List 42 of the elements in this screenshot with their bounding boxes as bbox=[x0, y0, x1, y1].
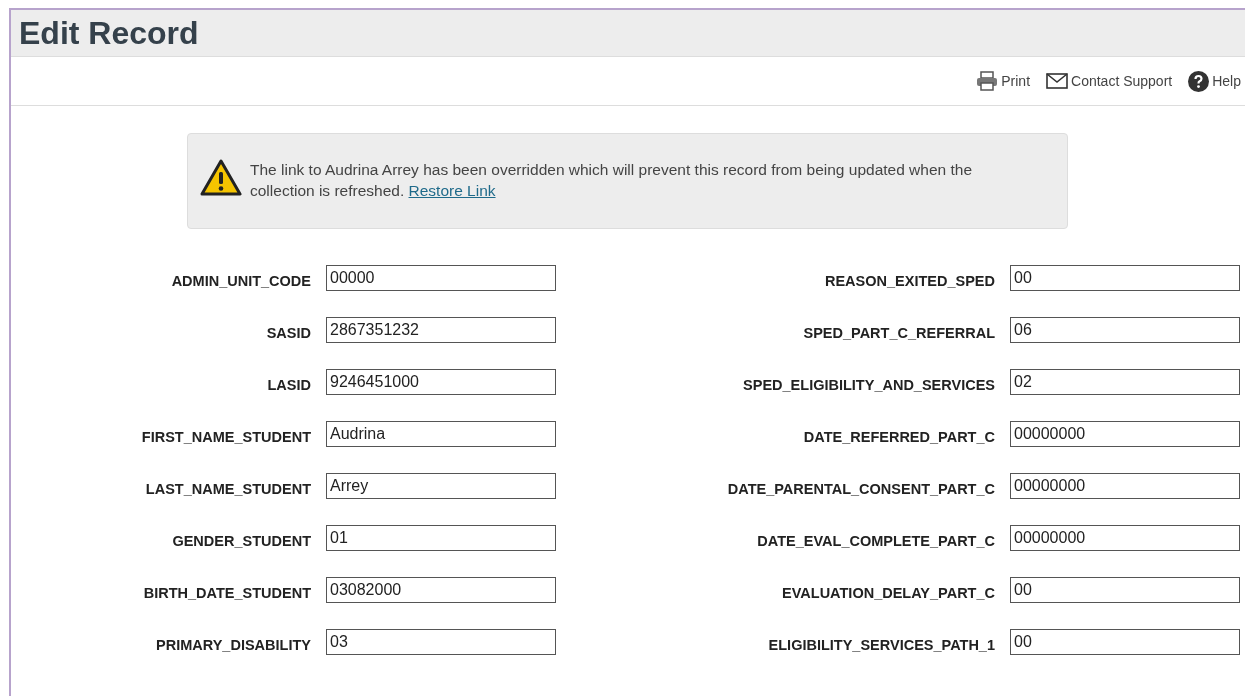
contact-support-link[interactable]: Contact Support bbox=[1046, 73, 1173, 89]
field-label: SASID bbox=[265, 324, 311, 341]
input-field[interactable]: 00000000 bbox=[1010, 525, 1240, 551]
field-label: LAST_NAME_STUDENT bbox=[144, 480, 311, 497]
input-field[interactable]: 00000000 bbox=[1010, 421, 1240, 447]
input-field[interactable]: Arrey bbox=[326, 473, 556, 499]
help-link[interactable]: Help bbox=[1188, 70, 1241, 92]
field-label: ELIGIBILITY_SERVICES_PATH_1 bbox=[767, 636, 995, 653]
input-field[interactable]: 03082000 bbox=[326, 577, 556, 603]
input-field[interactable]: 00 bbox=[1010, 577, 1240, 603]
warning-icon bbox=[200, 159, 242, 197]
input-field[interactable]: 00 bbox=[1010, 265, 1240, 291]
printer-icon bbox=[976, 71, 999, 91]
field-label: SPED_ELIGIBILITY_AND_SERVICES bbox=[742, 376, 995, 393]
input-field[interactable]: 06 bbox=[1010, 317, 1240, 343]
input-field[interactable]: 02 bbox=[1010, 369, 1240, 395]
envelope-icon bbox=[1046, 73, 1069, 89]
field-label: DATE_REFERRED_PART_C bbox=[802, 428, 995, 445]
field-label: GENDER_STUDENT bbox=[171, 532, 311, 549]
field-label: ADMIN_UNIT_CODE bbox=[170, 272, 311, 289]
input-field[interactable]: 01 bbox=[326, 525, 556, 551]
field-label: DATE_EVAL_COMPLETE_PART_C bbox=[756, 532, 995, 549]
help-icon bbox=[1188, 70, 1210, 92]
input-field[interactable]: 2867351232 bbox=[326, 317, 556, 343]
field-label: REASON_EXITED_SPED bbox=[823, 272, 995, 289]
restore-link[interactable]: Restore Link bbox=[408, 182, 496, 199]
input-field[interactable]: 03 bbox=[326, 629, 556, 655]
field-label: EVALUATION_DELAY_PART_C bbox=[781, 584, 995, 601]
field-label: DATE_PARENTAL_CONSENT_PART_C bbox=[726, 480, 995, 497]
field-label: FIRST_NAME_STUDENT bbox=[140, 428, 311, 445]
input-field[interactable]: 00000000 bbox=[1010, 473, 1240, 499]
input-field[interactable]: Audrina bbox=[326, 421, 556, 447]
field-label: LASID bbox=[266, 376, 311, 393]
field-label: BIRTH_DATE_STUDENT bbox=[142, 584, 311, 601]
input-field[interactable]: 00000 bbox=[326, 265, 556, 291]
input-field[interactable]: 9246451000 bbox=[326, 369, 556, 395]
alert-message: The link to Audrina Arrey has been overridden which will prevent this record from being updated when the collection is refreshed. Restore Link bbox=[250, 160, 974, 201]
input-field[interactable]: 00 bbox=[1010, 629, 1240, 655]
field-label: PRIMARY_DISABILITY bbox=[155, 636, 311, 653]
field-label: SPED_PART_C_REFERRAL bbox=[802, 324, 995, 341]
print-link[interactable]: Print bbox=[976, 71, 1031, 91]
page-title: Edit Record bbox=[19, 14, 199, 52]
